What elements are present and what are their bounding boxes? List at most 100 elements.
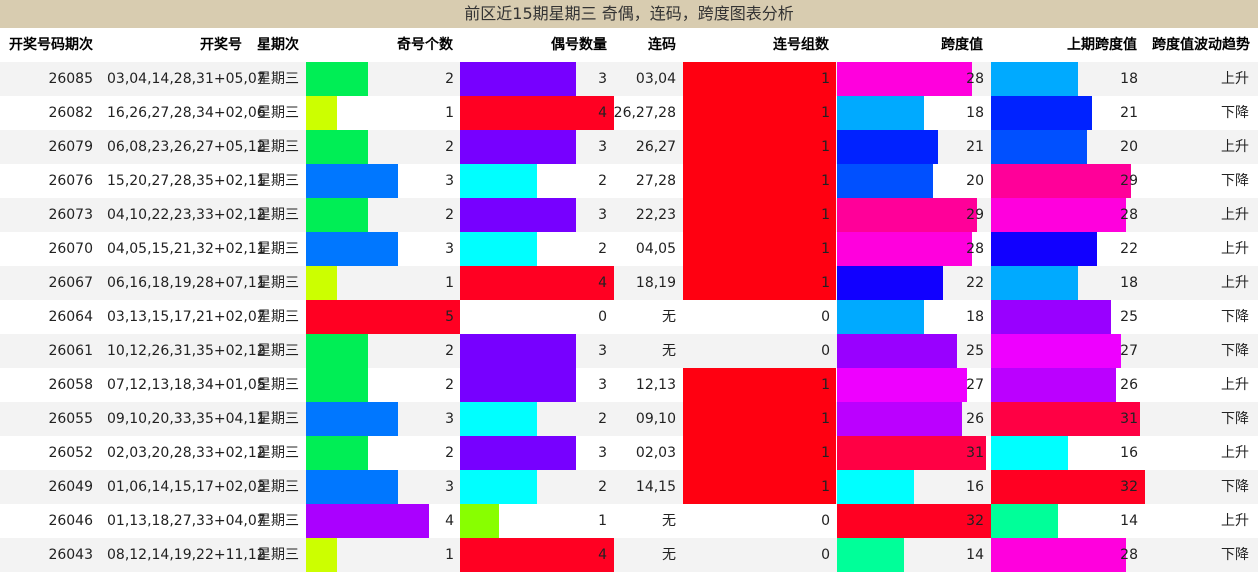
- cell-consecutive: 无: [662, 547, 676, 563]
- span-bar: [837, 402, 963, 436]
- cell-weekday: 星期三: [257, 241, 299, 257]
- cell-span: 29: [966, 207, 984, 223]
- cell-prev-span: 16: [1120, 445, 1138, 461]
- prev-span-bar: [991, 232, 1097, 266]
- cell-weekday: 星期三: [257, 139, 299, 155]
- table-row: 26049 01,06,14,15,17+02,03 星期三 3 2 14,15 1 16 32…: [0, 470, 1258, 504]
- even-count-bar: [460, 368, 576, 402]
- consecutive-groups-bar: [683, 62, 836, 96]
- cell-numbers: 06,16,18,19,28+07,11: [107, 275, 266, 291]
- cell-odd-count: 5: [445, 309, 454, 325]
- cell-span: 31: [966, 445, 984, 461]
- prev-span-bar: [991, 266, 1078, 300]
- prev-span-bar: [991, 164, 1131, 198]
- cell-consecutive: 03,04: [635, 71, 676, 87]
- odd-count-bar: [306, 96, 337, 130]
- cell-weekday: 星期三: [257, 479, 299, 495]
- prev-span-bar: [991, 62, 1078, 96]
- cell-consecutive-groups: 0: [821, 513, 830, 529]
- cell-span: 18: [966, 105, 984, 121]
- cell-numbers: 09,10,20,33,35+04,11: [107, 411, 266, 427]
- cell-even-count: 2: [598, 479, 607, 495]
- cell-even-count: 2: [598, 411, 607, 427]
- cell-issue: 26058: [48, 377, 93, 393]
- cell-odd-count: 3: [445, 479, 454, 495]
- cell-consecutive: 14,15: [635, 479, 676, 495]
- cell-span: 18: [966, 309, 984, 325]
- cell-span-trend: 上升: [1221, 513, 1249, 529]
- cell-prev-span: 18: [1120, 275, 1138, 291]
- cell-span-trend: 上升: [1221, 71, 1249, 87]
- cell-issue: 26067: [48, 275, 93, 291]
- cell-issue: 26049: [48, 479, 93, 495]
- cell-weekday: 星期三: [257, 309, 299, 325]
- cell-span-trend: 上升: [1221, 241, 1249, 257]
- even-count-bar: [460, 198, 576, 232]
- cell-prev-span: 22: [1120, 241, 1138, 257]
- cell-consecutive: 26,27,28: [613, 105, 676, 121]
- cell-issue: 26055: [48, 411, 93, 427]
- span-bar: [837, 164, 934, 198]
- prev-span-bar: [991, 368, 1117, 402]
- table-row: 26043 08,12,14,19,22+11,12 星期三 1 4 无 0 14 28 下降: [0, 538, 1258, 572]
- cell-even-count: 3: [598, 445, 607, 461]
- cell-consecutive: 无: [662, 309, 676, 325]
- cell-even-count: 2: [598, 241, 607, 257]
- odd-count-bar: [306, 300, 460, 334]
- header-issue: 开奖号码期次: [9, 37, 93, 53]
- cell-weekday: 星期三: [257, 547, 299, 563]
- cell-prev-span: 14: [1120, 513, 1138, 529]
- odd-count-bar: [306, 334, 368, 368]
- cell-issue: 26046: [48, 513, 93, 529]
- cell-consecutive: 04,05: [635, 241, 676, 257]
- prev-span-bar: [991, 130, 1088, 164]
- cell-span-trend: 上升: [1221, 275, 1249, 291]
- prev-span-bar: [991, 96, 1093, 130]
- table-row: 26082 16,26,27,28,34+02,06 星期三 1 4 26,27,28 1 1…: [0, 96, 1258, 130]
- prev-span-bar: [991, 402, 1141, 436]
- cell-weekday: 星期三: [257, 343, 299, 359]
- cell-weekday: 星期三: [257, 207, 299, 223]
- header-numbers: 开奖号: [200, 37, 242, 53]
- span-bar: [837, 470, 914, 504]
- cell-consecutive-groups: 1: [821, 377, 830, 393]
- odd-count-bar: [306, 164, 399, 198]
- cell-weekday: 星期三: [257, 105, 299, 121]
- cell-even-count: 3: [598, 343, 607, 359]
- even-count-bar: [460, 266, 614, 300]
- consecutive-groups-bar: [683, 96, 836, 130]
- cell-odd-count: 2: [445, 343, 454, 359]
- cell-even-count: 4: [598, 105, 607, 121]
- even-count-bar: [460, 402, 537, 436]
- header-even-count: 偶号数量: [551, 37, 607, 53]
- cell-numbers: 16,26,27,28,34+02,06: [107, 105, 266, 121]
- cell-consecutive-groups: 0: [821, 547, 830, 563]
- cell-consecutive-groups: 1: [821, 241, 830, 257]
- cell-issue: 26085: [48, 71, 93, 87]
- cell-prev-span: 28: [1120, 547, 1138, 563]
- prev-span-bar: [991, 198, 1126, 232]
- cell-numbers: 10,12,26,31,35+02,12: [107, 343, 266, 359]
- cell-numbers: 04,10,22,23,33+02,12: [107, 207, 266, 223]
- header-span-trend: 跨度值波动趋势: [1152, 37, 1250, 53]
- cell-weekday: 星期三: [257, 411, 299, 427]
- cell-consecutive: 02,03: [635, 445, 676, 461]
- cell-prev-span: 25: [1120, 309, 1138, 325]
- cell-span-trend: 下降: [1221, 105, 1249, 121]
- header-consecutive-groups: 连号组数: [773, 37, 829, 53]
- cell-span: 32: [966, 513, 984, 529]
- cell-prev-span: 31: [1120, 411, 1138, 427]
- table-row: 26064 03,13,15,17,21+02,07 星期三 5 0 无 0 18 25 下降: [0, 300, 1258, 334]
- cell-consecutive: 26,27: [635, 139, 676, 155]
- cell-span-trend: 上升: [1221, 139, 1249, 155]
- odd-count-bar: [306, 402, 399, 436]
- cell-span-trend: 上升: [1221, 445, 1249, 461]
- table-row: 26070 04,05,15,21,32+02,11 星期三 3 2 04,05 1 28 22…: [0, 232, 1258, 266]
- table-row: 26079 06,08,23,26,27+05,12 星期三 2 3 26,27 1 21 20…: [0, 130, 1258, 164]
- cell-issue: 26073: [48, 207, 93, 223]
- even-count-bar: [460, 470, 537, 504]
- table-row: 26061 10,12,26,31,35+02,12 星期三 2 3 无 0 25 27 下降: [0, 334, 1258, 368]
- table-header: 开奖号码期次 开奖号 星期次 奇号个数 偶号数量 连码 连号组数 跨度值 上期跨…: [0, 28, 1258, 63]
- cell-odd-count: 4: [445, 513, 454, 529]
- cell-even-count: 0: [598, 309, 607, 325]
